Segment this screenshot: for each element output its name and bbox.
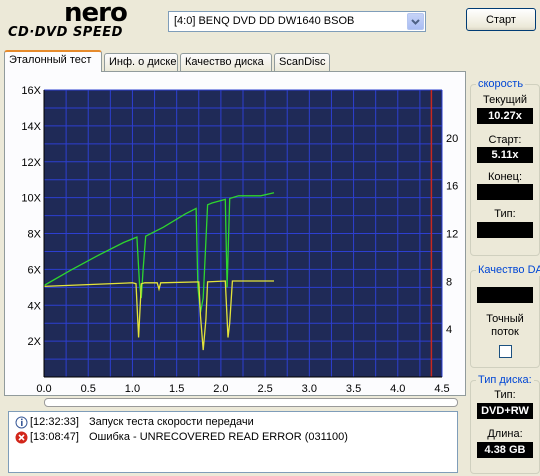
log-time: [13:08:47] — [30, 431, 79, 443]
x-tick-label: 4.5 — [434, 383, 449, 395]
accurate-stream-label-2: поток — [491, 326, 519, 338]
start-button[interactable]: Старт — [466, 8, 536, 31]
disc-type-group-title: Тип диска: — [476, 374, 534, 386]
speed-type-label: Тип: — [494, 208, 516, 220]
x-tick-label: 3.0 — [302, 383, 317, 395]
y-left-tick-label: 6X — [28, 264, 42, 276]
end-speed-label: Конец: — [487, 171, 523, 183]
speed-group-title: скорость — [476, 78, 526, 90]
start-speed-value: 5.11x — [477, 147, 533, 163]
logo-brand: nero — [64, 0, 128, 28]
log-entry: [12:32:33] Запуск теста скорости передач… — [15, 415, 254, 429]
quality-value — [477, 287, 533, 303]
x-tick-label: 4.0 — [390, 383, 405, 395]
y-right-tick-label: 12 — [446, 229, 458, 241]
y-right-tick-label: 4 — [446, 324, 452, 336]
tab-disc-info[interactable]: Инф. о диске — [104, 53, 178, 71]
horizontal-scrollbar[interactable] — [44, 398, 458, 407]
speed-group: скорость Текущий 10.27x Старт: 5.11x Кон… — [470, 78, 540, 256]
tab-benchmark[interactable]: Эталонный тест — [4, 50, 102, 72]
start-speed-label: Старт: — [488, 134, 522, 146]
y-left-tick-label: 8X — [28, 229, 42, 241]
y-right-tick-label: 16 — [446, 181, 458, 193]
current-speed-label: Текущий — [483, 94, 527, 106]
y-right-tick-label: 8 — [446, 276, 452, 288]
x-tick-label: 2.5 — [257, 383, 272, 395]
y-left-tick-label: 2X — [28, 336, 42, 348]
accurate-stream-label-1: Точный — [486, 313, 524, 325]
disc-length-value: 4.38 GB — [477, 442, 533, 458]
y-right-tick-label: 20 — [446, 133, 458, 145]
y-left-tick-label: 10X — [21, 193, 41, 205]
log-entry: [13:08:47] Ошибка - UNRECOVERED READ ERR… — [15, 430, 348, 444]
app-window: nero CD·DVD SPEED [4:0] BENQ DVD DD DW16… — [0, 0, 540, 476]
log-time: [12:32:33] — [30, 416, 79, 428]
quality-group: Качество DA Точный поток — [470, 264, 540, 368]
disc-length-label: Длина: — [487, 428, 523, 440]
x-tick-label: 3.5 — [346, 383, 361, 395]
y-left-tick-label: 4X — [28, 300, 42, 312]
tab-scandisc[interactable]: ScanDisc — [274, 53, 330, 71]
speed-type-value — [477, 222, 533, 238]
x-tick-label: 1.5 — [169, 383, 184, 395]
drive-select[interactable]: [4:0] BENQ DVD DD DW1640 BSOB — [168, 11, 426, 32]
log-text: Ошибка - UNRECOVERED READ ERROR (031100) — [88, 431, 348, 443]
disc-type-value: DVD+RW — [477, 403, 533, 419]
y-left-tick-label: 12X — [21, 157, 41, 169]
x-tick-label: 0.5 — [81, 383, 96, 395]
x-tick-label: 2.0 — [213, 383, 228, 395]
disc-type-group: Тип диска: Тип: DVD+RW Длина: 4.38 GB — [470, 374, 540, 474]
error-icon — [15, 431, 28, 444]
disc-type-label: Тип: — [494, 389, 516, 401]
info-icon — [15, 416, 28, 429]
current-speed-value: 10.27x — [477, 108, 533, 124]
nero-logo: nero CD·DVD SPEED — [8, 0, 158, 42]
x-tick-label: 1.0 — [125, 383, 140, 395]
chart-svg: 2X 4X 6X 8X 10X 12X 14X 16X 4 8 12 16 20 0.0 0.5 1.0 1.5… — [21, 85, 458, 395]
tab-disc-quality[interactable]: Качество диска — [180, 53, 272, 71]
y-left-tick-label: 16X — [21, 85, 41, 97]
benchmark-chart: 2X 4X 6X 8X 10X 12X 14X 16X 4 8 12 16 20 0.0 0.5 1.0 1.5… — [0, 72, 466, 398]
chevron-down-icon[interactable] — [407, 13, 424, 30]
log-text: Запуск теста скорости передачи — [88, 416, 254, 428]
x-tick-label: 0.0 — [36, 383, 51, 395]
accurate-stream-checkbox[interactable] — [499, 345, 512, 358]
y-left-tick-label: 14X — [21, 121, 41, 133]
logo-product: CD·DVD SPEED — [8, 25, 123, 40]
drive-select-value: [4:0] BENQ DVD DD DW1640 BSOB — [174, 15, 355, 27]
quality-group-title: Качество DA — [476, 264, 540, 276]
end-speed-value — [477, 184, 533, 200]
log-list: [12:32:33] Запуск теста скорости передач… — [8, 411, 458, 473]
